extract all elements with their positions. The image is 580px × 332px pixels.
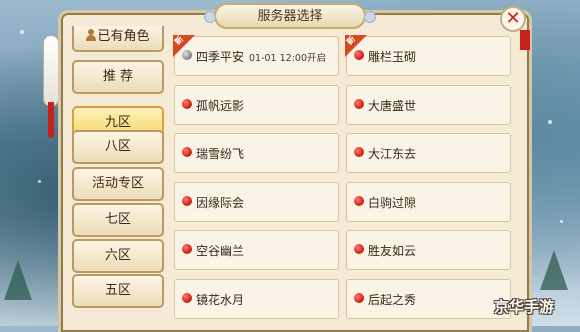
server-name: 空谷幽兰 [196, 244, 245, 258]
background-tree [540, 250, 568, 290]
server-name: 四季平安 [196, 50, 245, 64]
tab-recommended[interactable]: 推 荐 [72, 60, 164, 94]
server-name: 因缘际会 [196, 195, 245, 210]
server-item[interactable]: 空谷幽兰 [174, 230, 339, 270]
tab-zone-8[interactable]: 八区 [72, 130, 164, 164]
server-status-icon [182, 195, 192, 206]
watermark: 京华手游 [494, 298, 555, 316]
tab-existing-characters[interactable]: 已有角色 [72, 26, 164, 52]
snowflake [560, 220, 563, 223]
server-name: 白驹过隙 [368, 195, 417, 210]
server-name: 镜花水月 [196, 292, 245, 307]
server-status-icon [182, 244, 192, 254]
server-item[interactable]: 胜友如云 [346, 230, 511, 270]
server-item[interactable]: 新雕栏玉砌 [345, 34, 511, 76]
server-status-icon [182, 147, 192, 157]
server-status-icon [354, 98, 364, 109]
server-name: 雕栏玉砌 [368, 50, 417, 64]
server-status-icon [354, 50, 364, 60]
server-item[interactable]: 镜花水月 [174, 278, 339, 319]
server-name: 胜友如云 [368, 244, 417, 258]
server-status-icon [354, 244, 364, 254]
server-status-icon [354, 292, 364, 303]
close-button[interactable]: ✕ [500, 6, 526, 32]
snowflake [20, 30, 24, 34]
tab-zone-6[interactable]: 六区 [72, 239, 164, 273]
lantern-ornament [44, 36, 58, 106]
snowflake [548, 120, 552, 124]
server-status-icon [354, 147, 364, 157]
tab-event-zone[interactable]: 活动专区 [72, 167, 164, 201]
server-name: 后起之秀 [368, 292, 417, 307]
server-item[interactable]: 因缘际会 [174, 181, 339, 222]
tab-label: 已有角色 [97, 29, 150, 44]
server-item[interactable]: 新四季平安 01-01 12:00开启 [173, 34, 339, 76]
background-tree [4, 260, 32, 300]
server-item[interactable]: 后起之秀 [346, 278, 511, 319]
server-item[interactable]: 白驹过隙 [346, 181, 511, 222]
server-item[interactable]: 大唐盛世 [346, 84, 511, 125]
server-item[interactable]: 孤帆远影 [174, 84, 339, 125]
server-item[interactable]: 瑞雪纷飞 [174, 133, 339, 173]
tab-zone-5[interactable]: 五区 [72, 274, 164, 308]
lantern-tassel [48, 102, 54, 138]
server-name: 孤帆远影 [196, 98, 245, 113]
server-status-icon [182, 50, 192, 60]
server-name: 大江东去 [368, 147, 417, 161]
snowflake [38, 180, 41, 183]
panel-title: 服务器选择 [204, 3, 376, 29]
server-item[interactable]: 大江东去 [346, 133, 511, 173]
server-status-icon [354, 195, 364, 206]
tab-zone-7[interactable]: 七区 [72, 203, 164, 237]
person-icon [86, 29, 97, 41]
server-status-icon [182, 98, 192, 109]
server-name: 大唐盛世 [368, 98, 417, 113]
close-ribbon [520, 30, 530, 50]
server-status-icon [182, 292, 192, 303]
server-open-time: 01-01 12:00开启 [249, 53, 327, 64]
close-icon: ✕ [505, 8, 521, 29]
server-name: 瑞雪纷飞 [196, 147, 245, 161]
